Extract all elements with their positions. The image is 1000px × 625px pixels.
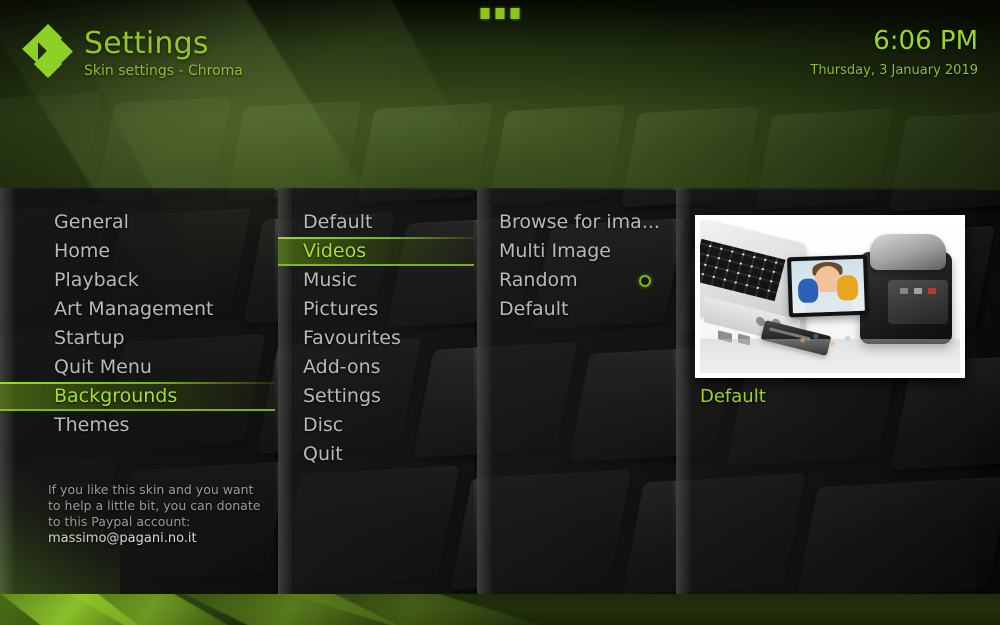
option-item-multi-image[interactable]: Multi Image <box>477 237 673 266</box>
radio-ring-icon <box>639 274 651 287</box>
page-subtitle: Skin settings - Chroma <box>84 63 243 79</box>
donation-note: If you like this skin and you want to he… <box>48 482 263 547</box>
preview-caption: Default <box>700 386 766 407</box>
option-item-default[interactable]: Default <box>477 295 673 324</box>
options-list: Browse for ima... Multi Image Random Def… <box>477 208 673 324</box>
sidebar-item-backgrounds[interactable]: Backgrounds <box>0 382 275 411</box>
categories-list: General Home Playback Art Management Sta… <box>0 208 275 440</box>
section-item-default[interactable]: Default <box>278 208 474 237</box>
preview-thumbnail-frame[interactable] <box>695 215 965 378</box>
page-dot <box>480 8 490 19</box>
option-item-browse-for-image[interactable]: Browse for ima... <box>477 208 673 237</box>
section-item-settings[interactable]: Settings <box>278 382 474 411</box>
page-title: Settings <box>84 26 209 61</box>
page-dot <box>495 8 505 19</box>
option-item-random[interactable]: Random <box>477 266 673 295</box>
kodi-settings-screen: Settings Skin settings - Chroma 6:06 PM … <box>0 0 1000 625</box>
preview-panel: Default <box>676 188 976 594</box>
section-item-add-ons[interactable]: Add-ons <box>278 353 474 382</box>
sidebar-item-playback[interactable]: Playback <box>0 266 275 295</box>
clock: 6:06 PM <box>873 26 978 56</box>
section-item-quit[interactable]: Quit <box>278 440 474 469</box>
footer-bar <box>0 594 1000 625</box>
settings-panels: General Home Playback Art Management Sta… <box>0 188 1000 594</box>
sidebar-item-general[interactable]: General <box>0 208 275 237</box>
sidebar-item-themes[interactable]: Themes <box>0 411 275 440</box>
donation-text: If you like this skin and you want to he… <box>48 482 261 529</box>
sidebar-item-art-management[interactable]: Art Management <box>0 295 275 324</box>
date-label: Thursday, 3 January 2019 <box>810 63 978 78</box>
page-dot <box>510 8 520 19</box>
section-item-disc[interactable]: Disc <box>278 411 474 440</box>
sidebar-item-home[interactable]: Home <box>0 237 275 266</box>
kodi-logo-icon <box>18 20 74 79</box>
sidebar-item-startup[interactable]: Startup <box>0 324 275 353</box>
donation-email[interactable]: massimo@pagani.no.it <box>48 531 263 547</box>
page-indicator <box>480 8 520 19</box>
section-item-music[interactable]: Music <box>278 266 474 295</box>
options-panel: Browse for ima... Multi Image Random Def… <box>477 188 673 594</box>
sidebar-item-quit-menu[interactable]: Quit Menu <box>0 353 275 382</box>
preview-thumbnail-image <box>700 220 960 373</box>
sections-list: Default Videos Music Pictures Favourites… <box>278 208 474 469</box>
categories-panel: General Home Playback Art Management Sta… <box>0 188 275 594</box>
section-item-pictures[interactable]: Pictures <box>278 295 474 324</box>
sections-panel: Default Videos Music Pictures Favourites… <box>278 188 474 594</box>
section-item-favourites[interactable]: Favourites <box>278 324 474 353</box>
panel-left-edge <box>676 188 690 594</box>
section-item-videos[interactable]: Videos <box>278 237 474 266</box>
